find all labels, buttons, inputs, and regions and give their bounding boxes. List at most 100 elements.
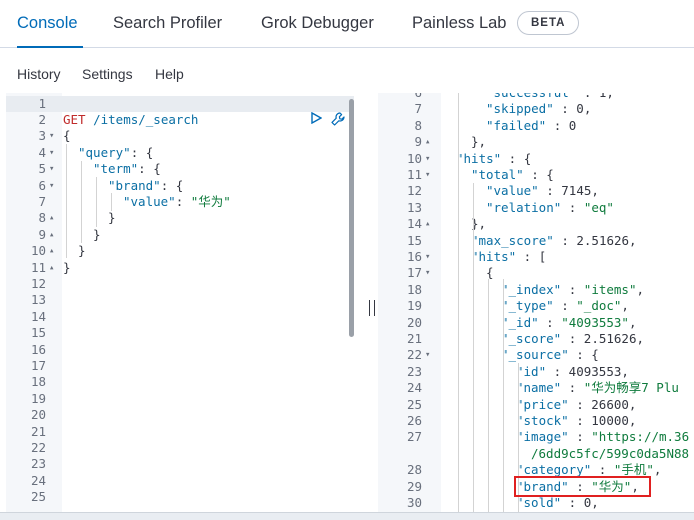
fold-arrow-icon[interactable]: ▾ (49, 128, 54, 144)
line-number: 12 (30, 275, 46, 291)
json-key: "id" (516, 363, 547, 379)
fold-arrow-icon[interactable]: ▴ (49, 210, 54, 226)
json-key: "image" (516, 429, 569, 445)
fold-arrow-icon[interactable]: ▾ (425, 249, 430, 265)
line-number: 16 (30, 341, 46, 357)
json-punct: : 10000, (568, 413, 637, 428)
fold-arrow-icon[interactable]: ▾ (425, 167, 430, 183)
json-punct: : { (523, 167, 554, 182)
line-number: 16 (406, 249, 422, 264)
line-number: 23 (30, 456, 46, 472)
fold-arrow-icon[interactable]: ▴ (49, 260, 54, 276)
menu-help[interactable]: Help (155, 66, 184, 82)
code-line: 16 ▾ "hits" : [ (378, 249, 694, 265)
json-key: "hits" (471, 249, 517, 264)
code-text: "relation" : "eq" (456, 200, 614, 216)
code-line: 21 (6, 424, 354, 440)
fold-arrow-icon[interactable]: ▴ (49, 227, 54, 243)
line-number: 13 (406, 199, 422, 215)
wrench-icon[interactable] (330, 111, 346, 127)
tab-search-profiler[interactable]: Search Profiler (113, 0, 222, 47)
menu-history[interactable]: History (17, 66, 61, 82)
tab-painless-lab[interactable]: Painless Lab (412, 0, 506, 47)
code-line: 2 GET /items/_search (6, 112, 354, 128)
json-key: "_source" (501, 347, 569, 363)
json-punct: : (561, 281, 584, 297)
code-text: } (63, 210, 116, 226)
line-number: 12 (406, 183, 422, 199)
code-line: 13 (6, 292, 354, 308)
json-punct: : { (568, 347, 599, 363)
line-number: 21 (30, 423, 46, 439)
code-line: 14 ▴}, (378, 216, 694, 232)
code-line: 23 "id" : 4093553, (378, 364, 694, 380)
line-number: 4 (38, 144, 46, 160)
play-icon[interactable] (310, 112, 322, 124)
fold-arrow-icon[interactable]: ▴ (425, 216, 430, 232)
code-text: "stock" : 10000, (456, 413, 636, 429)
indent-guide (66, 144, 67, 258)
code-text: "hits" : [ (456, 249, 546, 265)
line-number: 8 (38, 210, 46, 226)
code-text: "_score" : 2.51626, (456, 331, 644, 347)
line-number: 20 (406, 314, 422, 330)
json-brace: } (78, 243, 86, 259)
line-number: 19 (30, 390, 46, 406)
line-number: 6 (378, 93, 422, 101)
json-punct: : (175, 193, 191, 209)
line-number: 5 (38, 161, 46, 177)
json-key: "category" (516, 462, 592, 478)
response-editor[interactable]: 6 "successful" : 1, 7 "skipped" : 0, 8 "faile… (378, 93, 694, 520)
code-line: 26 "stock" : 10000, (378, 413, 694, 429)
code-text: "_id" : "4093553", (456, 315, 636, 331)
json-key: "successful" (486, 93, 576, 100)
line-number: 7 (38, 193, 46, 209)
fold-arrow-icon[interactable]: ▴ (49, 243, 54, 259)
code-line: 9 ▴} (6, 227, 354, 243)
fold-arrow-icon[interactable]: ▾ (425, 151, 430, 167)
fold-arrow-icon[interactable]: ▾ (425, 347, 430, 363)
code-line: 7 "skipped" : 0, (378, 101, 694, 117)
code-text: GET /items/_search (63, 112, 198, 128)
line-number: 24 (406, 380, 422, 396)
fold-arrow-icon[interactable]: ▾ (425, 265, 430, 281)
menu-settings[interactable]: Settings (82, 66, 133, 82)
code-line: 17 ▾{ (378, 265, 694, 281)
line-number: 20 (30, 407, 46, 423)
line-number: 10 (406, 150, 422, 166)
tab-grok-debugger[interactable]: Grok Debugger (261, 0, 374, 47)
indent-guide (96, 177, 97, 227)
bottom-scrollbar[interactable] (0, 512, 694, 520)
code-line: 23 (6, 456, 354, 472)
code-line: 20 (6, 407, 354, 423)
code-text: }, (456, 216, 486, 232)
json-brace: { (63, 128, 71, 144)
request-editor[interactable]: 1 2 GET /items/_search 3 ▾{4 ▾ "query": {5 ▾ "te… (6, 93, 354, 520)
line-number: 15 (30, 325, 46, 341)
json-string: "eq" (583, 199, 614, 215)
code-text: "price" : 26600, (456, 397, 636, 413)
fold-arrow-icon[interactable]: ▾ (49, 178, 54, 194)
beta-badge: BETA (517, 11, 580, 35)
line-number: 25 (30, 489, 46, 505)
line-number: 10 (30, 243, 46, 259)
line-number: 11 (30, 259, 46, 275)
json-key: "relation" (486, 199, 562, 215)
json-key: "stock" (516, 413, 569, 428)
code-text: "id" : 4093553, (456, 364, 629, 380)
tab-console[interactable]: Console (17, 0, 83, 48)
line-number: 8 (414, 117, 422, 133)
fold-arrow-icon[interactable]: ▾ (49, 145, 54, 161)
code-line: 6 "successful" : 1, (378, 93, 694, 101)
code-text: "failed" : 0 (456, 118, 576, 134)
line-number: 7 (414, 101, 422, 117)
json-punct: : { (130, 144, 154, 160)
json-punct: : { (160, 177, 184, 193)
drag-handle-icon[interactable] (369, 300, 375, 316)
indent-guide (111, 193, 112, 211)
fold-arrow-icon[interactable]: ▴ (425, 134, 430, 150)
code-line: 6 ▾ "brand": { (6, 178, 354, 194)
fold-arrow-icon[interactable]: ▾ (49, 161, 54, 177)
code-line: 11 ▾ "total" : { (378, 167, 694, 183)
request-scrollbar[interactable] (349, 99, 354, 337)
